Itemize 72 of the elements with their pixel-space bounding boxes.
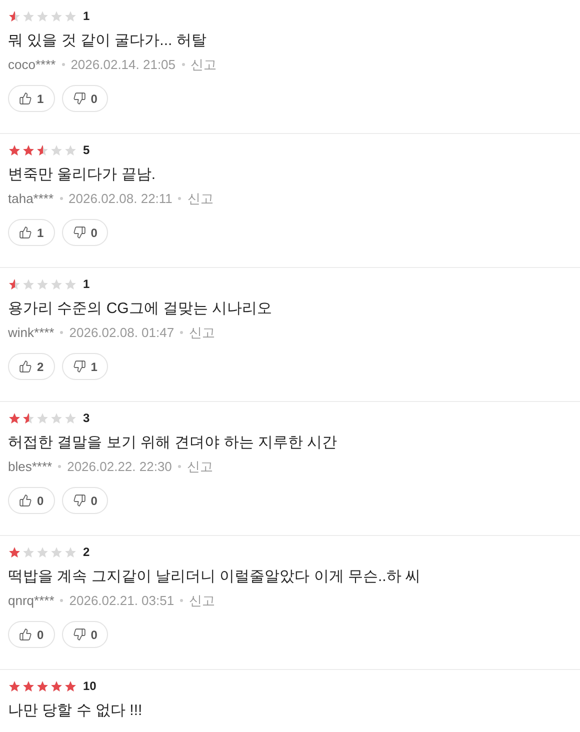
review-text: 뭐 있을 것 같이 굴다가... 허탈 bbox=[8, 31, 208, 51]
score: 1 bbox=[83, 8, 90, 25]
star-icon bbox=[50, 680, 63, 692]
score: 10 bbox=[83, 678, 96, 695]
score: 5 bbox=[83, 142, 90, 159]
star-icon bbox=[36, 412, 49, 424]
thumbs-down-icon bbox=[72, 494, 86, 507]
like-button[interactable]: 2 bbox=[8, 353, 55, 380]
review-text: 변죽만 울리다가 끝남. bbox=[8, 165, 157, 185]
like-button[interactable]: 0 bbox=[8, 487, 55, 514]
star-icon bbox=[50, 278, 63, 290]
star-icon bbox=[64, 412, 77, 424]
star-icon bbox=[8, 412, 21, 424]
star-icon bbox=[22, 412, 35, 424]
star-icon bbox=[8, 144, 21, 156]
score: 2 bbox=[83, 544, 90, 561]
review-date: 2026.02.08. 01:47 bbox=[69, 324, 174, 342]
review-date: 2026.02.21. 03:51 bbox=[69, 592, 174, 610]
dislike-button[interactable]: 0 bbox=[62, 219, 108, 246]
review-date: 2026.02.08. 22:11 bbox=[68, 190, 172, 208]
thumbs-down-icon bbox=[72, 226, 86, 239]
star-icon bbox=[50, 412, 63, 424]
review-date: 2026.02.14. 21:05 bbox=[70, 56, 176, 74]
username: wink**** bbox=[8, 324, 54, 342]
thumbs-up-icon bbox=[19, 494, 32, 507]
star-icon bbox=[22, 546, 35, 558]
thumbs-up-icon bbox=[19, 226, 32, 239]
star-icon bbox=[64, 680, 77, 692]
score: 3 bbox=[83, 410, 90, 427]
star-icon bbox=[64, 144, 77, 156]
star-icon bbox=[22, 144, 35, 156]
review-text: 용가리 수준의 CG그에 걸맞는 시나리오 bbox=[8, 299, 274, 319]
review-date: 2026.02.22. 22:30 bbox=[67, 458, 172, 476]
thumbs-down-icon bbox=[72, 92, 86, 105]
username: taha**** bbox=[8, 190, 54, 208]
dislike-button[interactable]: 0 bbox=[62, 621, 108, 648]
star-icon bbox=[36, 680, 49, 692]
star-icon bbox=[22, 680, 35, 692]
star-icon bbox=[8, 278, 21, 290]
star-icon bbox=[64, 546, 77, 558]
star-icon bbox=[22, 278, 35, 290]
thumbs-up-icon bbox=[19, 628, 32, 641]
star-icon bbox=[8, 680, 21, 692]
thumbs-down-icon bbox=[72, 360, 86, 373]
thumbs-up-icon bbox=[19, 360, 32, 373]
star-icon bbox=[64, 10, 77, 22]
star-icon bbox=[8, 546, 21, 558]
star-icon bbox=[50, 546, 63, 558]
star-icon bbox=[36, 546, 49, 558]
star-icon bbox=[36, 144, 49, 156]
star-icon bbox=[64, 278, 77, 290]
review-text: 허접한 결말을 보기 위해 견뎌야 하는 지루한 시간 bbox=[8, 433, 338, 453]
score: 1 bbox=[83, 276, 90, 293]
star-icon bbox=[22, 10, 35, 22]
like-button[interactable]: 0 bbox=[8, 621, 55, 648]
dislike-button[interactable]: 0 bbox=[62, 487, 108, 514]
thumbs-up-icon bbox=[19, 92, 32, 105]
review-text: 떡밥을 계속 그지같이 날리더니 이럴줄알았다 이게 무슨..하 씨 bbox=[8, 567, 422, 587]
star-icon bbox=[50, 10, 63, 22]
star-icon bbox=[36, 10, 49, 22]
star-icon bbox=[8, 10, 21, 22]
dislike-button[interactable]: 1 bbox=[62, 353, 108, 380]
like-button[interactable]: 1 bbox=[8, 219, 55, 246]
review-text: 나만 당할 수 없다 !!! bbox=[8, 701, 144, 721]
star-icon bbox=[36, 278, 49, 290]
thumbs-down-icon bbox=[72, 628, 86, 641]
username: qnrq**** bbox=[8, 592, 54, 610]
star-icon bbox=[50, 144, 63, 156]
username: coco**** bbox=[8, 56, 56, 74]
dislike-button[interactable]: 0 bbox=[62, 85, 108, 112]
username: bles**** bbox=[8, 458, 52, 476]
like-button[interactable]: 1 bbox=[8, 85, 55, 112]
